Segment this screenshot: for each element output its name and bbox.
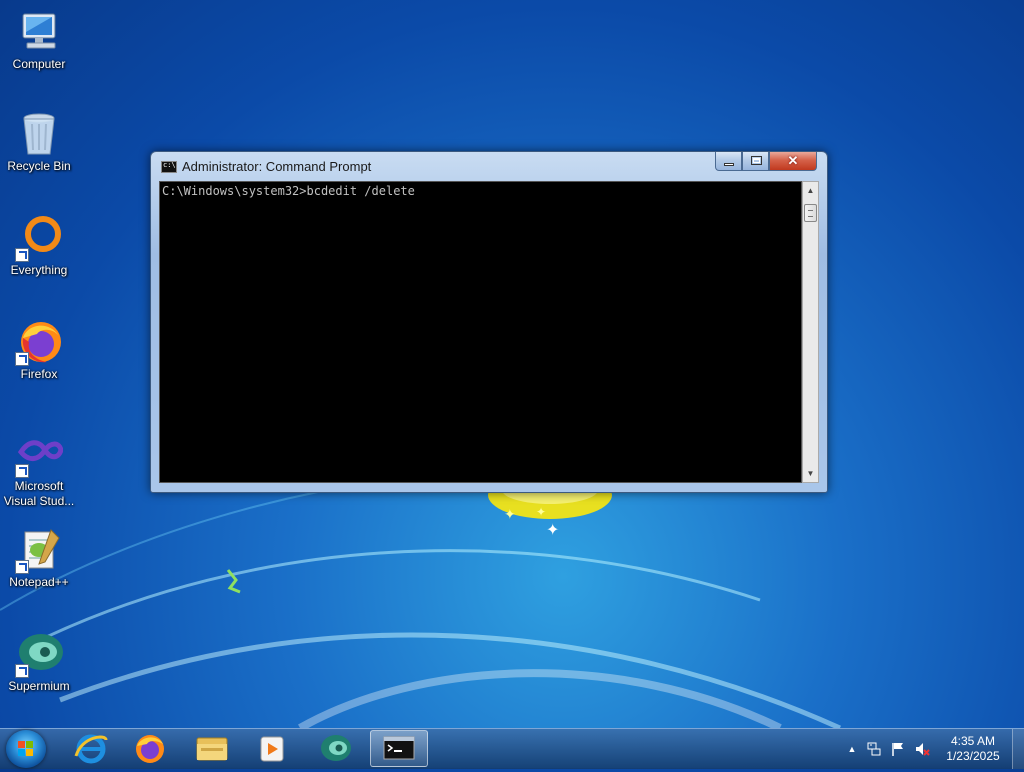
close-button[interactable]: ✕ xyxy=(769,152,817,171)
desktop-icon-label: Recycle Bin xyxy=(7,159,71,173)
command-prompt-icon[interactable] xyxy=(161,161,177,173)
svg-text:✦: ✦ xyxy=(504,507,516,523)
console-output[interactable]: C:\Windows\system32>bcdedit /delete xyxy=(159,181,802,483)
firefox-icon xyxy=(136,735,164,763)
internet-explorer-icon xyxy=(74,734,108,764)
media-player-icon xyxy=(260,736,284,762)
desktop-icon-everything[interactable]: Everything xyxy=(2,214,76,278)
taskbar-command-prompt[interactable] xyxy=(370,730,428,767)
shortcut-arrow-icon xyxy=(15,248,29,262)
taskbar-media-player[interactable] xyxy=(243,730,301,767)
desktop-icon-label: Computer xyxy=(12,57,66,71)
shortcut-arrow-icon xyxy=(15,464,29,478)
supermium-icon xyxy=(321,735,351,761)
svg-text:✦: ✦ xyxy=(546,520,559,539)
action-center-flag-icon[interactable] xyxy=(890,741,906,757)
computer-icon xyxy=(15,8,63,56)
svg-text:✦: ✦ xyxy=(536,505,546,519)
visual-studio-icon xyxy=(15,430,64,478)
recycle-bin-icon xyxy=(15,110,63,158)
network-icon[interactable] xyxy=(866,741,882,757)
desktop-icon-label: Supermium xyxy=(8,679,70,693)
close-icon: ✕ xyxy=(787,153,799,168)
clock-time: 4:35 AM xyxy=(950,734,996,748)
taskbar-firefox[interactable] xyxy=(121,730,179,767)
desktop-icon-label: Notepad++ xyxy=(9,575,69,589)
taskbar-supermium[interactable] xyxy=(307,730,365,767)
clock-date: 1/23/2025 xyxy=(946,749,1000,763)
scroll-up-arrow-icon[interactable]: ▲ xyxy=(803,182,818,199)
desktop-icon-computer[interactable]: Computer xyxy=(2,8,76,72)
taskbar: ▲ 4:35 AM 1/23/2025 xyxy=(0,728,1024,769)
minimize-icon xyxy=(724,163,734,166)
desktop-icon-label: Everything xyxy=(10,263,68,277)
file-explorer-icon xyxy=(196,737,228,761)
everything-icon xyxy=(15,214,63,262)
scrollbar-thumb[interactable] xyxy=(804,204,817,222)
show-desktop-button[interactable] xyxy=(1012,729,1024,769)
firefox-icon xyxy=(15,318,63,366)
show-hidden-icons-button[interactable]: ▲ xyxy=(844,741,860,757)
shortcut-arrow-icon xyxy=(15,352,29,366)
window-title: Administrator: Command Prompt xyxy=(182,159,372,174)
scroll-down-arrow-icon[interactable]: ▼ xyxy=(803,465,818,482)
taskbar-file-explorer[interactable] xyxy=(183,730,241,767)
window-titlebar[interactable]: Administrator: Command Prompt ✕ xyxy=(151,152,827,180)
maximize-icon xyxy=(751,156,762,165)
system-clock[interactable]: 4:35 AM 1/23/2025 xyxy=(940,734,1006,764)
command-prompt-window[interactable]: Administrator: Command Prompt ✕ C:\Windo… xyxy=(150,151,828,493)
desktop-icon-firefox[interactable]: Firefox xyxy=(2,318,76,382)
desktop-icon-label: Firefox xyxy=(20,367,58,381)
supermium-icon xyxy=(15,630,63,678)
windows-logo-icon xyxy=(18,741,34,757)
desktop-icon-notepadpp[interactable]: Notepad++ xyxy=(2,526,76,590)
desktop-icon-visual-studio[interactable]: Microsoft Visual Stud... xyxy=(2,430,76,509)
start-button[interactable] xyxy=(6,730,46,768)
desktop-icon-supermium[interactable]: Supermium xyxy=(2,630,76,694)
desktop-icon-recycle-bin[interactable]: Recycle Bin xyxy=(2,110,76,174)
maximize-button[interactable] xyxy=(742,152,769,171)
vertical-scrollbar[interactable]: ▲ ▼ xyxy=(802,181,819,483)
command-prompt-icon xyxy=(383,736,415,760)
notepadpp-icon xyxy=(15,526,63,574)
minimize-button[interactable] xyxy=(715,152,742,171)
taskbar-internet-explorer[interactable] xyxy=(62,730,120,767)
volume-muted-icon[interactable] xyxy=(914,741,930,757)
shortcut-arrow-icon xyxy=(15,560,29,574)
shortcut-arrow-icon xyxy=(15,664,29,678)
desktop-icon-label: Microsoft Visual Stud... xyxy=(3,479,75,508)
